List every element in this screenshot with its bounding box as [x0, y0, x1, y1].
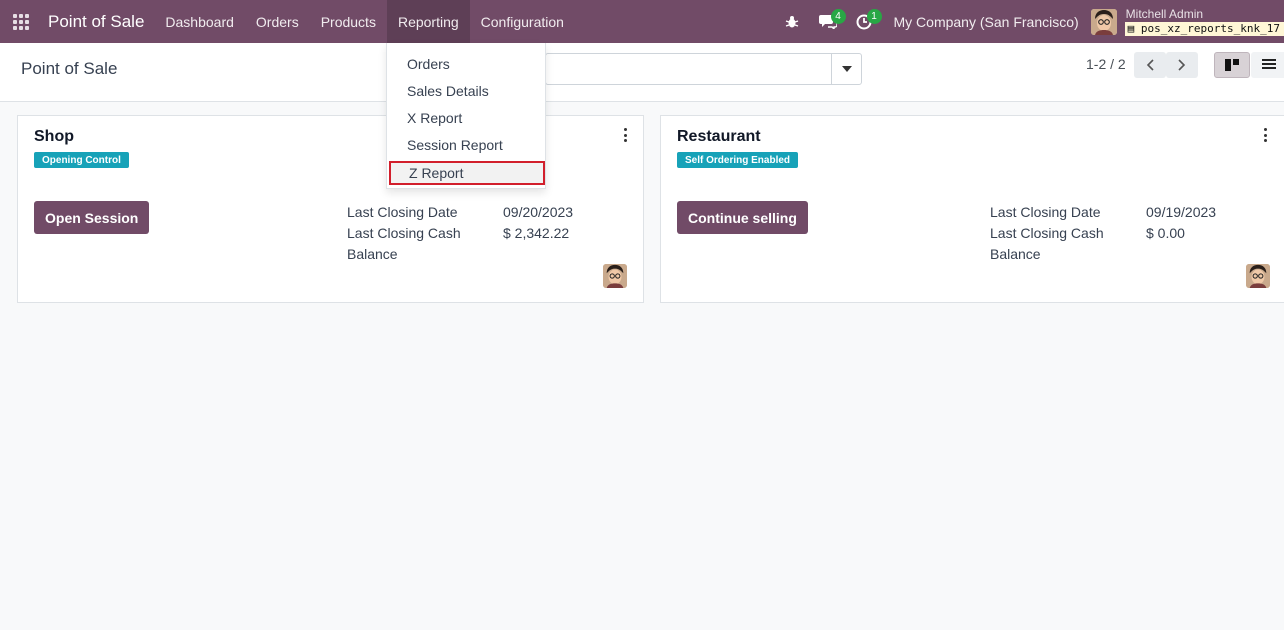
main-menu: Dashboard Orders Products Reporting Conf… — [154, 0, 575, 43]
company-switcher[interactable]: My Company (San Francisco) — [894, 14, 1079, 30]
search-input[interactable] — [545, 53, 862, 85]
apps-menu-icon[interactable] — [0, 0, 42, 43]
database-name-text: pos_xz_reports_knk_17 — [1140, 21, 1280, 35]
last-closing-date-label: Last Closing Date — [990, 204, 1101, 220]
card-info-labels: Last Closing Date Last Closing Cash Bala… — [347, 202, 461, 265]
pos-card-shop: Shop Opening Control Open Session Last C… — [17, 115, 644, 303]
card-info-labels: Last Closing Date Last Closing Cash Bala… — [990, 202, 1104, 265]
last-closing-date-value: 09/19/2023 — [1146, 204, 1217, 220]
list-icon — [1262, 59, 1276, 69]
card-options-icon[interactable] — [1261, 128, 1269, 142]
reporting-item-orders[interactable]: Orders — [387, 52, 545, 76]
database-icon: ▤ — [1127, 21, 1141, 35]
last-closing-date-value: 09/20/2023 — [503, 204, 574, 220]
last-closing-cash-label: Last Closing Cash — [347, 225, 461, 241]
last-closing-cash-label-2: Balance — [347, 246, 398, 262]
activities-clock-icon[interactable]: 1 — [852, 0, 882, 43]
debug-bug-icon[interactable] — [780, 0, 804, 43]
card-info-values: 09/19/2023 $ 0.00 — [1146, 202, 1216, 244]
continue-selling-button[interactable]: Continue selling — [677, 201, 808, 234]
messages-icon[interactable]: 4 — [816, 0, 846, 43]
menu-products[interactable]: Products — [310, 0, 387, 43]
control-panel: Point of Sale 1-2 / 2 — [0, 43, 1284, 102]
reporting-dropdown: Orders Sales Details X Report Session Re… — [386, 43, 546, 189]
kanban-icon — [1225, 59, 1239, 71]
caret-down-icon — [841, 66, 852, 72]
messages-count-badge: 4 — [830, 9, 846, 24]
search-options-toggle[interactable] — [831, 54, 861, 84]
chevron-right-icon — [1178, 59, 1186, 71]
systray: 4 1 My Company (San Francisco) Mitchell … — [780, 0, 1284, 43]
menu-reporting[interactable]: Reporting — [386, 0, 470, 43]
list-view-button[interactable] — [1251, 52, 1284, 78]
user-menu[interactable]: Mitchell Admin ▤ pos_xz_reports_knk_17 — [1124, 6, 1284, 36]
menu-dashboard[interactable]: Dashboard — [154, 0, 245, 43]
responsible-avatar — [603, 264, 627, 288]
pos-card-restaurant: Restaurant Self Ordering Enabled Continu… — [660, 115, 1284, 303]
card-title[interactable]: Shop — [34, 128, 74, 146]
user-avatar[interactable] — [1090, 8, 1117, 35]
reporting-item-sales-details[interactable]: Sales Details — [387, 79, 545, 103]
open-session-button[interactable]: Open Session — [34, 201, 150, 234]
reporting-item-session-report[interactable]: Session Report — [387, 133, 545, 157]
kanban-view-button[interactable] — [1214, 52, 1250, 78]
pager-value[interactable]: 1-2 / 2 — [1086, 56, 1126, 72]
status-badge: Opening Control — [34, 152, 129, 168]
responsible-avatar — [1246, 264, 1270, 288]
last-closing-date-label: Last Closing Date — [347, 204, 458, 220]
card-options-icon[interactable] — [621, 128, 629, 142]
menu-orders[interactable]: Orders — [245, 0, 310, 43]
activities-count-badge: 1 — [866, 9, 882, 24]
pager-next-button[interactable] — [1166, 52, 1198, 78]
last-closing-cash-value: $ 0.00 — [1146, 225, 1185, 241]
user-name: Mitchell Admin — [1125, 6, 1204, 21]
reporting-item-z-report[interactable]: Z Report — [389, 161, 545, 185]
card-title[interactable]: Restaurant — [677, 128, 761, 146]
pager-previous-button[interactable] — [1134, 52, 1166, 78]
last-closing-cash-label: Last Closing Cash — [990, 225, 1104, 241]
page-title: Point of Sale — [21, 59, 118, 78]
reporting-item-x-report[interactable]: X Report — [387, 106, 545, 130]
status-badge: Self Ordering Enabled — [677, 152, 799, 168]
card-info-values: 09/20/2023 $ 2,342.22 — [503, 202, 573, 244]
app-brand[interactable]: Point of Sale — [48, 12, 144, 32]
menu-configuration[interactable]: Configuration — [470, 0, 575, 43]
database-name: ▤ pos_xz_reports_knk_17 — [1124, 21, 1284, 36]
top-navbar: Point of Sale Dashboard Orders Products … — [0, 0, 1284, 43]
chevron-left-icon — [1146, 59, 1154, 71]
last-closing-cash-label-2: Balance — [990, 246, 1041, 262]
last-closing-cash-value: $ 2,342.22 — [503, 225, 570, 241]
